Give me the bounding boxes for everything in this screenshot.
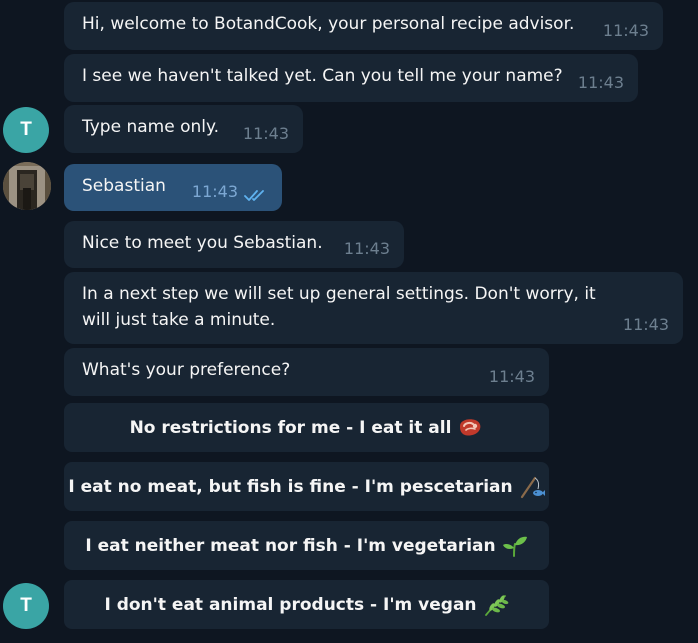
fishing-pole-icon xyxy=(519,475,545,499)
message-text: Sebastian xyxy=(82,176,166,196)
option-label: I eat no meat, but fish is fine - I'm pe… xyxy=(68,476,513,497)
avatar-letter: T xyxy=(20,119,32,140)
user-avatar[interactable] xyxy=(3,162,51,210)
message-bubble-sebastian: Sebastian 11:43 xyxy=(64,164,282,211)
option-vegan-button[interactable]: I don't eat animal products - I'm vegan xyxy=(64,580,549,629)
avatar-letter: T xyxy=(20,595,32,616)
message-time: 11:43 xyxy=(602,21,649,40)
bot-avatar[interactable]: T xyxy=(3,583,49,629)
message-text: Nice to meet you Sebastian. xyxy=(82,233,323,253)
message-text: Hi, welcome to BotandCook, your personal… xyxy=(82,14,575,34)
option-label: I don't eat animal products - I'm vegan xyxy=(104,594,477,615)
option-pescetarian-button[interactable]: I eat no meat, but fish is fine - I'm pe… xyxy=(64,462,549,511)
steak-icon xyxy=(457,417,483,439)
user-photo-icon xyxy=(3,162,51,210)
message-time: 11:43 xyxy=(488,367,535,386)
read-receipt-icon xyxy=(244,190,264,201)
message-bubble-type-name: Type name only. 11:43 xyxy=(64,105,303,153)
message-time: 11:43 xyxy=(242,124,289,143)
message-bubble-preference: What's your preference? 11:43 xyxy=(64,348,549,396)
message-time: 11:43 xyxy=(577,73,624,92)
message-time: 11:43 xyxy=(191,182,238,201)
option-label: No restrictions for me - I eat it all xyxy=(129,417,452,438)
seedling-icon xyxy=(502,535,528,557)
bot-avatar[interactable]: T xyxy=(3,107,49,153)
message-bubble-next-step: In a next step we will set up general se… xyxy=(64,272,683,344)
message-text: I see we haven't talked yet. Can you tel… xyxy=(82,66,563,86)
herb-icon xyxy=(483,593,509,617)
option-vegetarian-button[interactable]: I eat neither meat nor fish - I'm vegeta… xyxy=(64,521,549,570)
message-bubble-ask-name: I see we haven't talked yet. Can you tel… xyxy=(64,54,638,102)
message-bubble-welcome: Hi, welcome to BotandCook, your personal… xyxy=(64,2,663,50)
message-text: What's your preference? xyxy=(82,360,291,380)
message-time: 11:43 xyxy=(343,239,390,258)
message-time: 11:43 xyxy=(622,315,669,334)
message-text: Type name only. xyxy=(82,117,220,137)
message-bubble-nice-to-meet: Nice to meet you Sebastian. 11:43 xyxy=(64,221,404,268)
option-label: I eat neither meat nor fish - I'm vegeta… xyxy=(85,535,496,556)
option-no-restrictions-button[interactable]: No restrictions for me - I eat it all xyxy=(64,403,549,452)
message-text: In a next step we will set up general se… xyxy=(82,284,596,330)
